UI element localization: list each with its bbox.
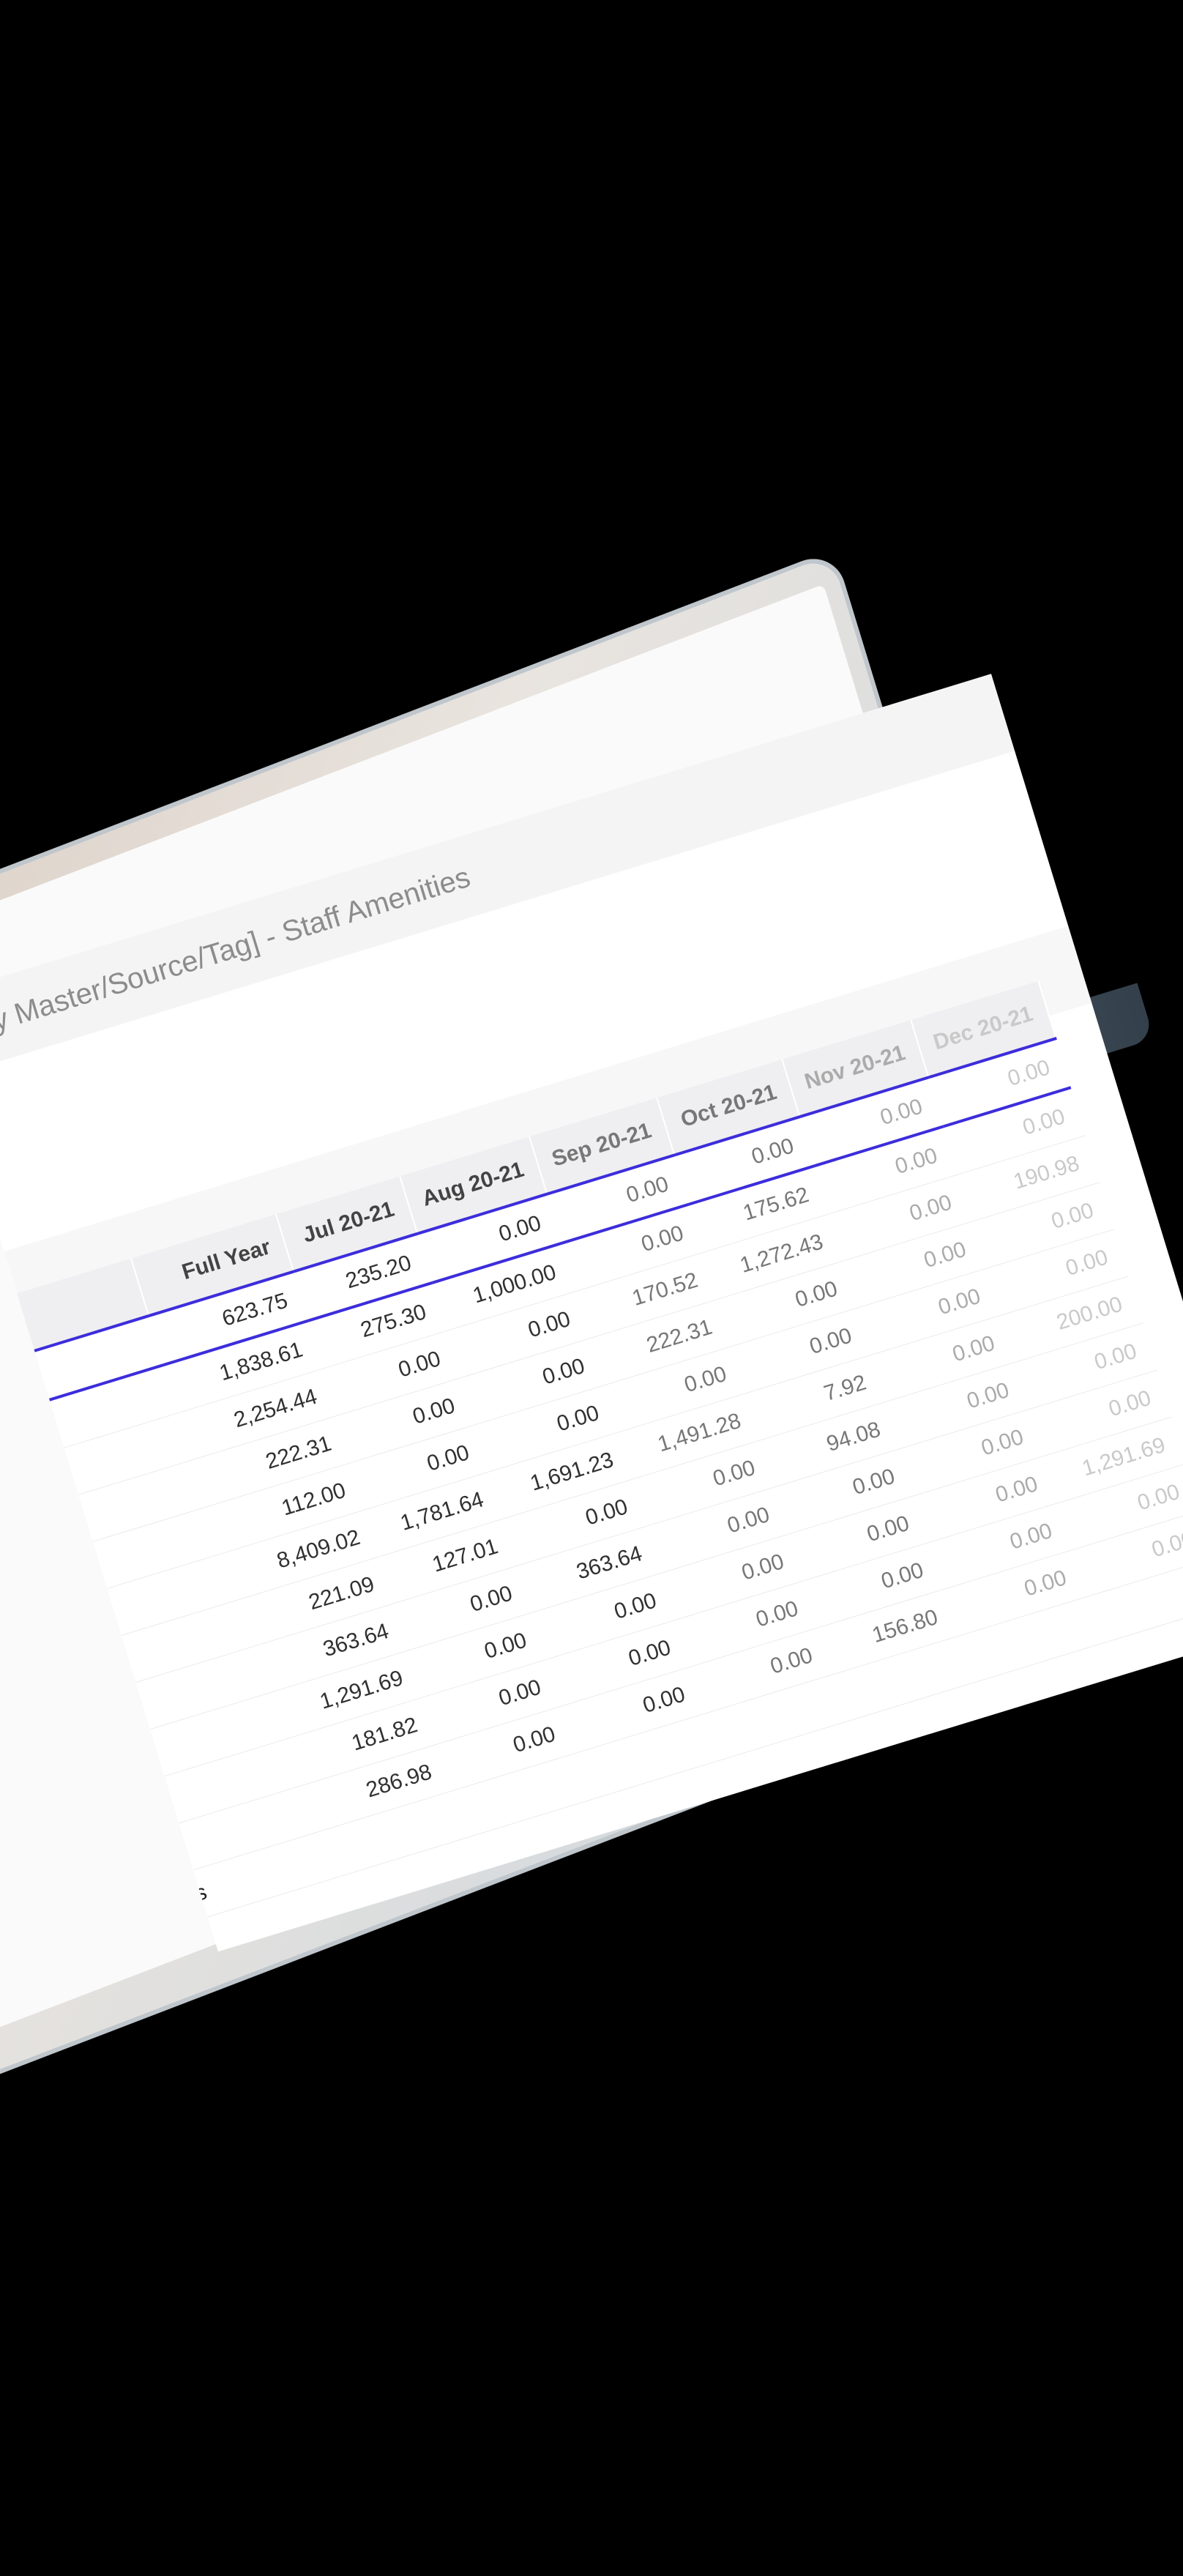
photo-stage: [By Master/Source/Tag] - Staff Amenities… xyxy=(0,0,1183,2576)
